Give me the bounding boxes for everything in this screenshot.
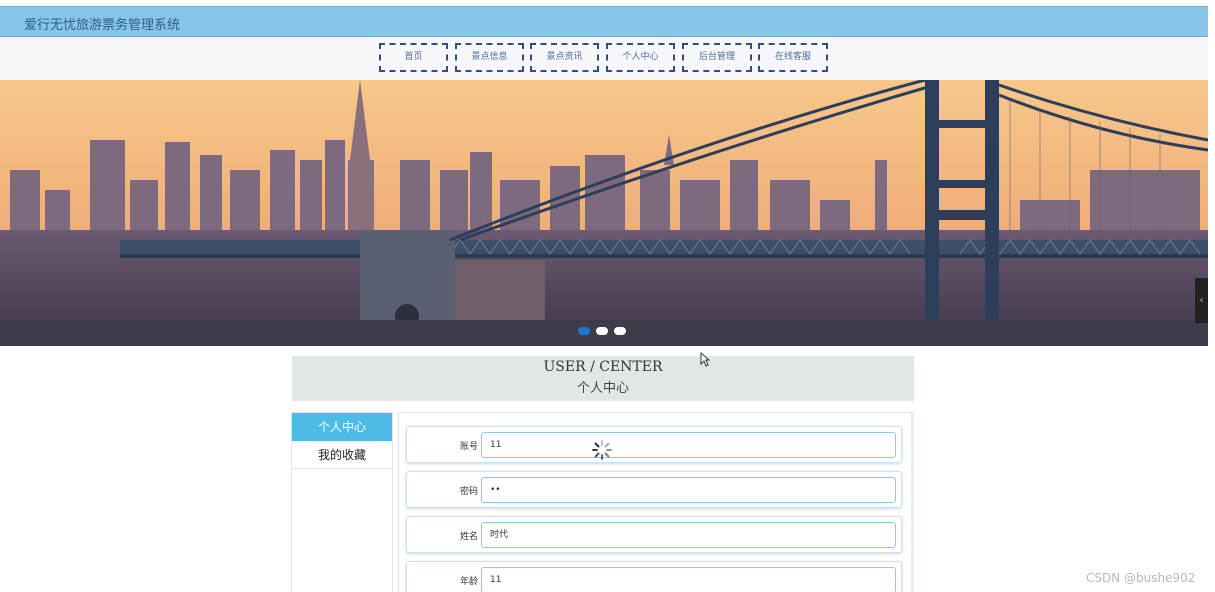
nav-attractions[interactable]: 景点信息 <box>455 43 524 72</box>
mouse-cursor-icon <box>700 352 710 367</box>
carousel-dot-3[interactable] <box>614 327 626 335</box>
account-input[interactable]: 11 <box>481 432 896 458</box>
name-label: 姓名 <box>459 532 478 542</box>
watermark-text: CSDN @bushe902 <box>1086 571 1196 585</box>
form-row-age: 年龄 11 <box>406 561 902 592</box>
account-label: 账号 <box>459 442 478 452</box>
form-row-name: 姓名 时代 <box>406 516 902 553</box>
form-row-password: 密码 •• <box>406 471 902 508</box>
password-input[interactable]: •• <box>481 477 896 503</box>
nav-news[interactable]: 景点资讯 <box>530 43 599 72</box>
age-input[interactable]: 11 <box>481 567 896 592</box>
loading-spinner-icon <box>592 440 612 460</box>
form-row-account: 账号 11 <box>406 426 902 463</box>
password-label: 密码 <box>459 487 478 497</box>
section-title-en: USER / CENTER <box>543 359 663 375</box>
banner-carousel[interactable]: ‹ <box>0 80 1208 346</box>
side-menu-personal-center[interactable]: 个人中心 <box>292 413 392 441</box>
section-title-cn: 个人中心 <box>576 381 629 396</box>
name-input[interactable]: 时代 <box>481 522 896 548</box>
main-nav: 首页 景点信息 景点资讯 个人中心 后台管理 在线客服 <box>0 37 1208 80</box>
section-header: USER / CENTER 个人中心 <box>292 356 914 401</box>
age-label: 年龄 <box>459 577 478 587</box>
banner-image-cityscape-bridge <box>0 80 1208 346</box>
right-edge <box>1208 0 1215 592</box>
profile-form: 账号 11 密码 •• 姓名 时代 年龄 11 <box>398 412 914 592</box>
side-menu: 个人中心 我的收藏 <box>291 412 393 592</box>
carousel-dot-1[interactable] <box>578 327 590 335</box>
chevron-left-icon[interactable]: ‹ <box>1195 278 1208 323</box>
nav-personal-center[interactable]: 个人中心 <box>606 43 675 72</box>
top-header-bar: 爱行无忧旅游票务管理系统 <box>0 6 1208 37</box>
side-menu-my-favorites[interactable]: 我的收藏 <box>292 441 392 469</box>
nav-online-service[interactable]: 在线客服 <box>758 43 828 72</box>
site-title: 爱行无忧旅游票务管理系统 <box>24 18 181 33</box>
carousel-dot-2[interactable] <box>596 327 608 335</box>
nav-admin[interactable]: 后台管理 <box>682 43 752 72</box>
nav-home[interactable]: 首页 <box>379 43 448 72</box>
